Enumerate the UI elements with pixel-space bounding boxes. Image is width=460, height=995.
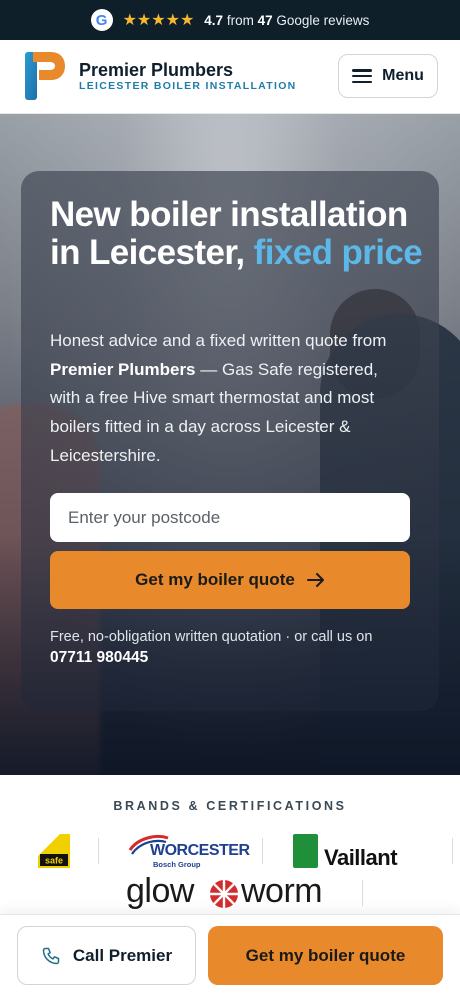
brand-tagline: LEICESTER BOILER INSTALLATION [79, 80, 297, 92]
rating-value: 4.7 [204, 12, 224, 28]
reviews-from: from [226, 12, 254, 28]
glowworm-logo-left: glow [126, 872, 194, 910]
svg-text:safe: safe [45, 856, 63, 866]
vaillant-hare-icon [293, 834, 318, 868]
call-premier-button[interactable]: Call Premier [17, 926, 196, 985]
brand-divider [262, 838, 263, 864]
worcester-subtitle: Bosch Group [153, 860, 201, 869]
call-premier-label: Call Premier [72, 945, 173, 965]
gas-safe-logo-icon: safe [38, 834, 70, 868]
google-icon: G [90, 9, 113, 31]
get-quote-label: Get my boiler quote [135, 570, 295, 589]
worcester-logo: WORCESTER [150, 842, 250, 859]
brand-divider [98, 838, 99, 864]
glowworm-logo-right: worm [241, 872, 323, 910]
rating-stars-icon: ★★★★★ [122, 12, 195, 29]
menu-label: Menu [382, 67, 424, 84]
phone-number-link[interactable]: 07711 980445 [50, 649, 148, 667]
arrow-right-icon [306, 573, 324, 587]
hero-description: Honest advice and a fixed written quote … [50, 327, 410, 471]
glowworm-flower-icon [210, 880, 238, 908]
hero-title: New boiler installation in Leicester, fi… [50, 196, 430, 272]
google-reviews-bar[interactable]: G ★★★★★ 4.7 from 47 Google reviews [0, 0, 460, 40]
brand-name[interactable]: Premier Plumbers [79, 60, 233, 81]
phone-icon [42, 947, 60, 964]
quote-note: Free, no-obligation written quotation · … [50, 629, 373, 645]
sticky-get-quote-button[interactable]: Get my boiler quote [208, 926, 443, 985]
sticky-get-quote-label: Get my boiler quote [245, 945, 406, 965]
review-count: 47 [257, 12, 273, 28]
hamburger-icon [352, 69, 373, 83]
postcode-input[interactable] [50, 493, 410, 542]
brand-divider [362, 880, 363, 906]
vaillant-logo: Vaillant [324, 845, 398, 870]
hero-body-brand: Premier Plumbers [50, 359, 196, 379]
menu-button[interactable]: Menu [338, 54, 438, 98]
hero-title-accent: fixed price [253, 233, 423, 272]
brands-heading: BRANDS & CERTIFICATIONS [113, 799, 347, 813]
premier-plumbers-logo-icon[interactable] [25, 52, 65, 100]
reviews-summary: 4.7 from 47 Google reviews [204, 13, 369, 28]
hero-body-part1: Honest advice and a fixed written quote … [50, 331, 387, 350]
brand-divider [452, 838, 453, 864]
get-quote-button[interactable]: Get my boiler quote [50, 551, 410, 609]
reviews-suffix: Google reviews [276, 12, 370, 28]
